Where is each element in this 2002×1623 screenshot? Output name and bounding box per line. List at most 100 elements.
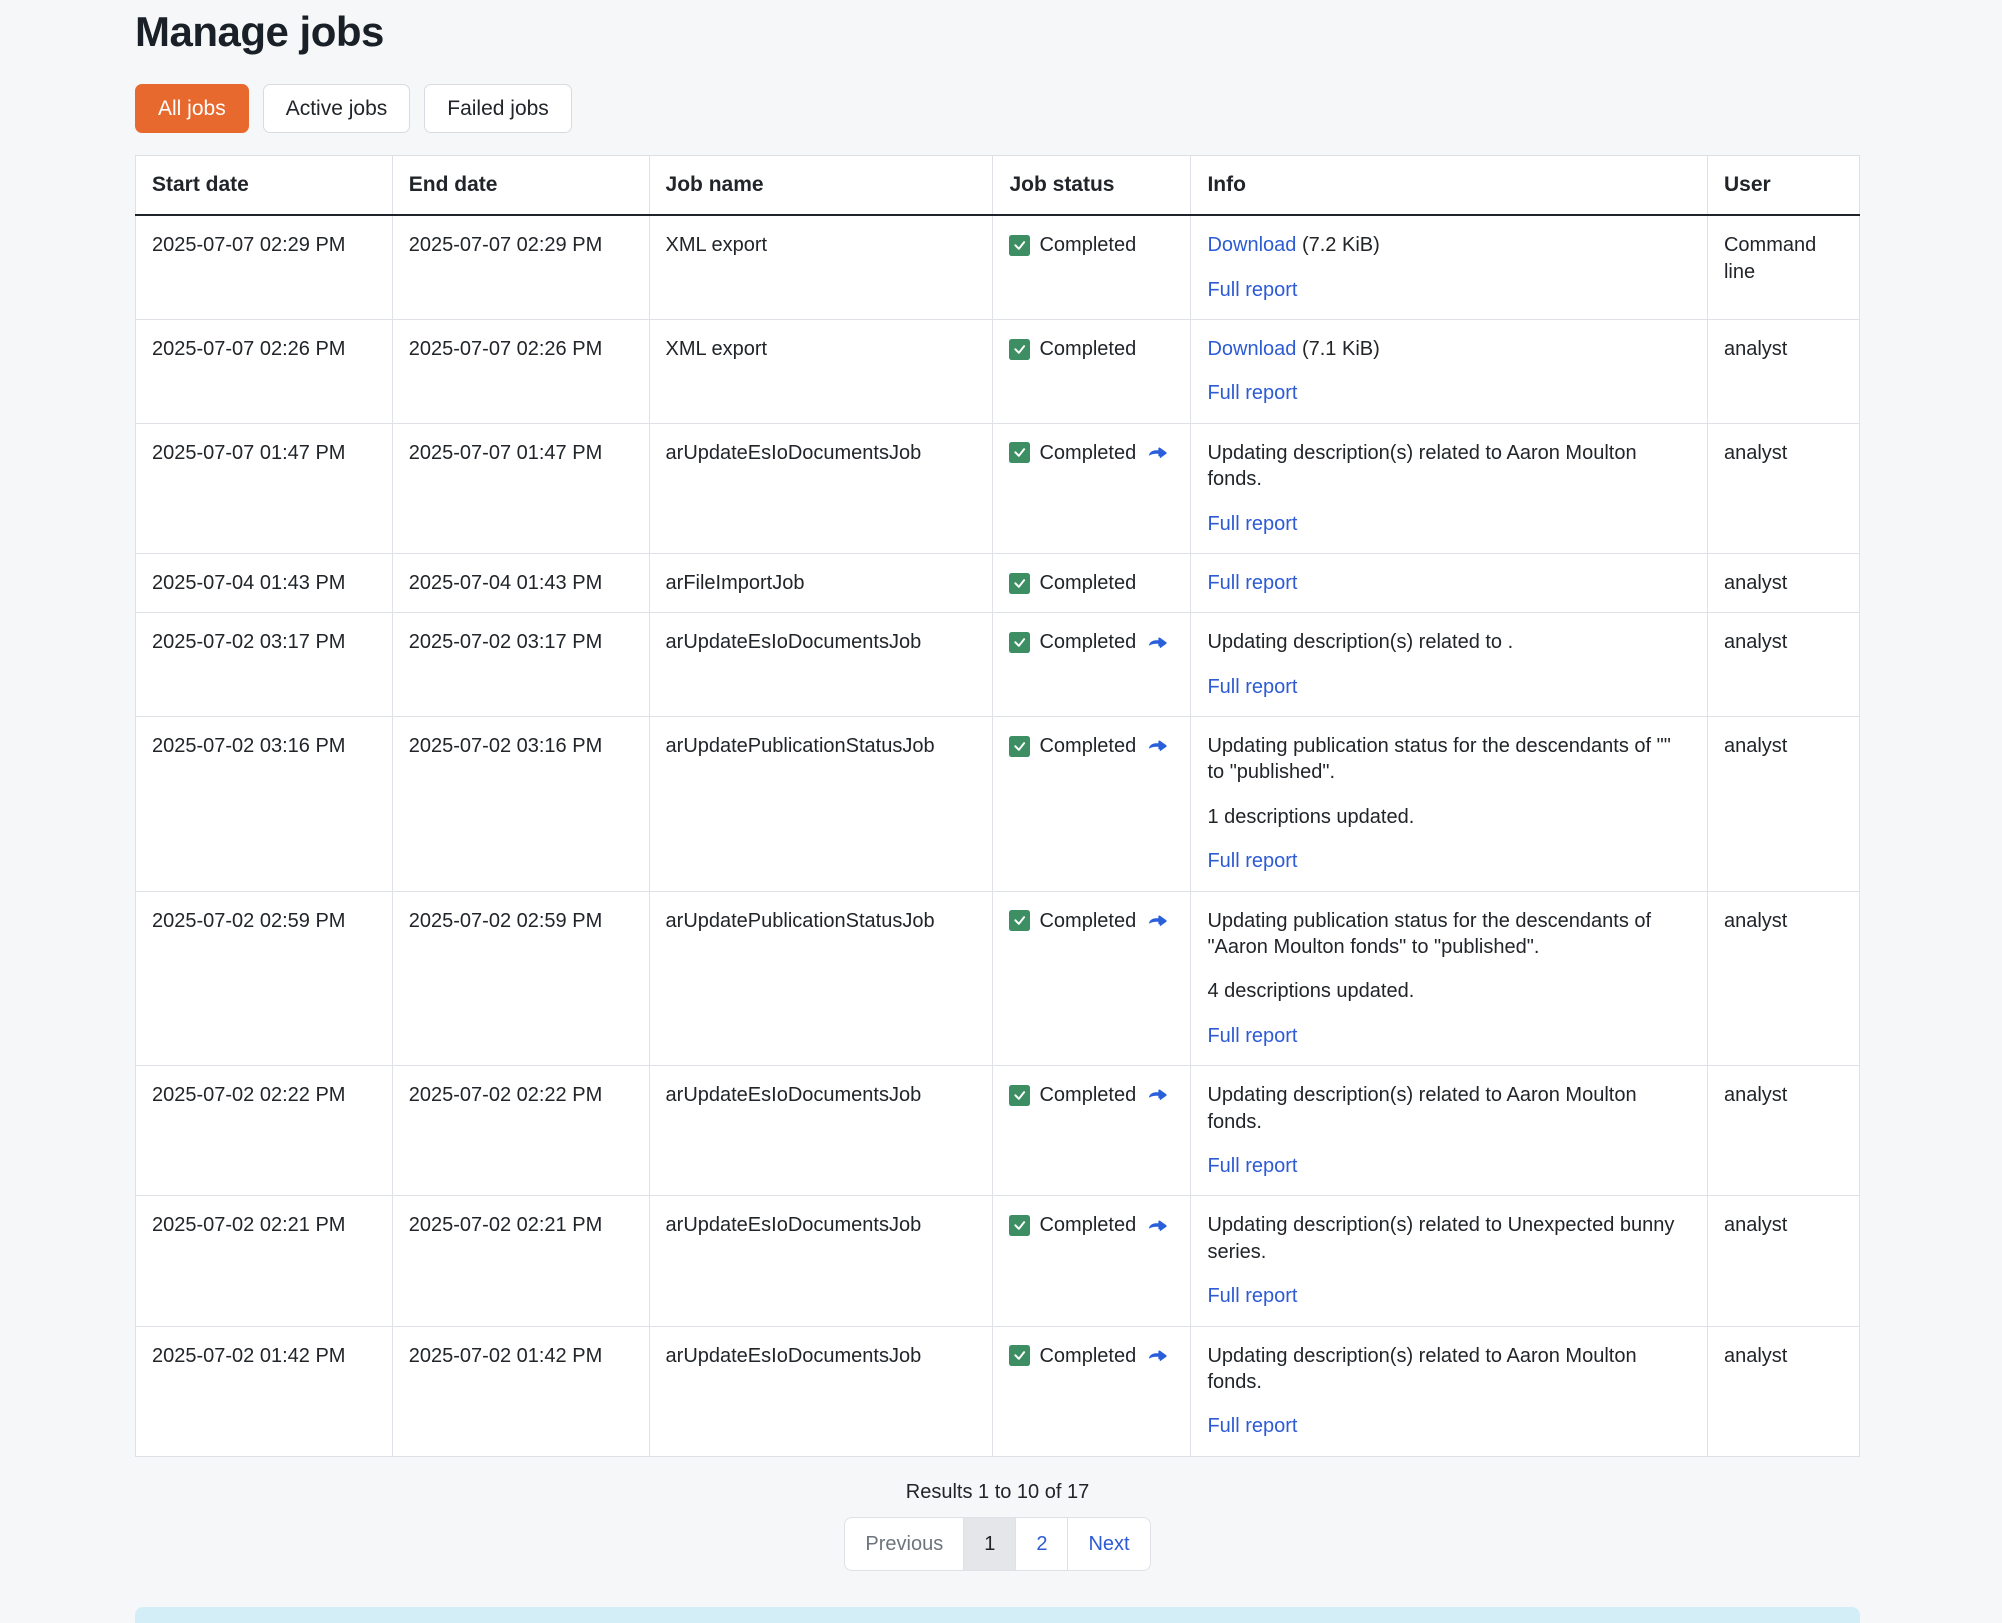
full-report-line: Full report bbox=[1207, 380, 1691, 406]
job-status-cell: Completed bbox=[993, 423, 1191, 553]
status-badge: Completed bbox=[1009, 570, 1174, 596]
status-label: Completed bbox=[1039, 232, 1136, 258]
next-page-button[interactable]: Next bbox=[1068, 1518, 1149, 1570]
redirect-arrow-icon bbox=[1145, 1084, 1169, 1106]
job-row: 2025-07-02 03:17 PM2025-07-02 03:17 PMar… bbox=[136, 613, 1860, 717]
completed-check-icon bbox=[1009, 573, 1030, 594]
info-cell: Updating description(s) related to . Full… bbox=[1191, 613, 1708, 717]
user-cell: analyst bbox=[1707, 613, 1859, 717]
full-report-link[interactable]: Full report bbox=[1207, 1285, 1297, 1307]
status-label: Completed bbox=[1039, 1343, 1136, 1369]
info-cell: Download (7.1 KiB) Full report bbox=[1191, 319, 1708, 423]
info-cell: Updating description(s) related to Aaron… bbox=[1191, 1066, 1708, 1196]
info-cell: Download (7.2 KiB) Full report bbox=[1191, 215, 1708, 319]
job-name-cell: XML export bbox=[649, 215, 993, 319]
job-status-cell: Completed bbox=[993, 613, 1191, 717]
user-cell: analyst bbox=[1707, 553, 1859, 612]
end-date-cell: 2025-07-02 02:22 PM bbox=[392, 1066, 649, 1196]
user-cell: analyst bbox=[1707, 891, 1859, 1066]
full-report-link[interactable]: Full report bbox=[1207, 279, 1297, 301]
column-header-end-date: End date bbox=[392, 156, 649, 216]
end-date-cell: 2025-07-04 01:43 PM bbox=[392, 553, 649, 612]
start-date-cell: 2025-07-07 01:47 PM bbox=[136, 423, 393, 553]
completed-check-icon bbox=[1009, 1085, 1030, 1106]
status-label: Completed bbox=[1039, 1212, 1136, 1238]
user-cell: analyst bbox=[1707, 1196, 1859, 1326]
job-filter-group: All jobs Active jobs Failed jobs bbox=[135, 84, 1860, 133]
previous-page-button[interactable]: Previous bbox=[845, 1518, 963, 1570]
user-cell: analyst bbox=[1707, 423, 1859, 553]
status-badge: Completed bbox=[1009, 1082, 1174, 1108]
status-label: Completed bbox=[1039, 908, 1136, 934]
completed-check-icon bbox=[1009, 736, 1030, 757]
full-report-line: Full report bbox=[1207, 1413, 1691, 1439]
full-report-link[interactable]: Full report bbox=[1207, 1155, 1297, 1177]
job-status-cell: Completed bbox=[993, 1196, 1191, 1326]
start-date-cell: 2025-07-02 02:59 PM bbox=[136, 891, 393, 1066]
status-badge: Completed bbox=[1009, 336, 1174, 362]
job-name-cell: arUpdatePublicationStatusJob bbox=[649, 717, 993, 892]
status-label: Completed bbox=[1039, 570, 1136, 596]
job-name-cell: arUpdatePublicationStatusJob bbox=[649, 891, 993, 1066]
start-date-cell: 2025-07-02 03:16 PM bbox=[136, 717, 393, 892]
redirect-arrow-icon bbox=[1145, 632, 1169, 654]
status-badge: Completed bbox=[1009, 440, 1174, 466]
download-line: Download (7.2 KiB) bbox=[1207, 232, 1691, 258]
full-report-line: Full report bbox=[1207, 848, 1691, 874]
status-label: Completed bbox=[1039, 1082, 1136, 1108]
full-report-link[interactable]: Full report bbox=[1207, 676, 1297, 698]
pagination-controls: Previous 1 2 Next bbox=[844, 1517, 1150, 1571]
user-cell: analyst bbox=[1707, 1326, 1859, 1456]
info-text: Updating publication status for the desc… bbox=[1207, 908, 1691, 961]
filter-failed-jobs-button[interactable]: Failed jobs bbox=[424, 84, 572, 133]
info-text: Updating publication status for the desc… bbox=[1207, 733, 1691, 786]
job-name-cell: arUpdateEsIoDocumentsJob bbox=[649, 1196, 993, 1326]
full-report-line: Full report bbox=[1207, 511, 1691, 537]
page-title: Manage jobs bbox=[135, 8, 1860, 56]
job-status-cell: Completed bbox=[993, 1326, 1191, 1456]
info-text: Updating description(s) related to Aaron… bbox=[1207, 1082, 1691, 1135]
full-report-link[interactable]: Full report bbox=[1207, 382, 1297, 404]
page-2-button[interactable]: 2 bbox=[1016, 1518, 1067, 1570]
full-report-link[interactable]: Full report bbox=[1207, 1415, 1297, 1437]
job-name-cell: arUpdateEsIoDocumentsJob bbox=[649, 1066, 993, 1196]
info-text: Updating description(s) related to . bbox=[1207, 629, 1691, 655]
column-header-start-date: Start date bbox=[136, 156, 393, 216]
full-report-link[interactable]: Full report bbox=[1207, 1025, 1297, 1047]
info-text: Updating description(s) related to Unexp… bbox=[1207, 1212, 1691, 1265]
page-1-button[interactable]: 1 bbox=[964, 1518, 1015, 1570]
full-report-line: Full report bbox=[1207, 674, 1691, 700]
download-line: Download (7.1 KiB) bbox=[1207, 336, 1691, 362]
info-cell: Full report bbox=[1191, 553, 1708, 612]
job-row: 2025-07-07 02:26 PM2025-07-07 02:26 PMXM… bbox=[136, 319, 1860, 423]
job-name-cell: arFileImportJob bbox=[649, 553, 993, 612]
download-link[interactable]: Download bbox=[1207, 234, 1296, 256]
full-report-line: Full report bbox=[1207, 570, 1691, 596]
job-row: 2025-07-07 02:29 PM2025-07-07 02:29 PMXM… bbox=[136, 215, 1860, 319]
jobs-table-body: 2025-07-07 02:29 PM2025-07-07 02:29 PMXM… bbox=[136, 215, 1860, 1456]
filter-all-jobs-button[interactable]: All jobs bbox=[135, 84, 249, 133]
filter-active-jobs-button[interactable]: Active jobs bbox=[263, 84, 411, 133]
column-header-job-status: Job status bbox=[993, 156, 1191, 216]
full-report-link[interactable]: Full report bbox=[1207, 513, 1297, 535]
end-date-cell: 2025-07-02 02:59 PM bbox=[392, 891, 649, 1066]
redirect-arrow-icon bbox=[1145, 1345, 1169, 1367]
user-cell: analyst bbox=[1707, 1066, 1859, 1196]
end-date-cell: 2025-07-02 03:16 PM bbox=[392, 717, 649, 892]
full-report-link[interactable]: Full report bbox=[1207, 572, 1297, 594]
download-link[interactable]: Download bbox=[1207, 338, 1296, 360]
end-date-cell: 2025-07-07 02:26 PM bbox=[392, 319, 649, 423]
job-status-cell: Completed bbox=[993, 553, 1191, 612]
status-badge: Completed bbox=[1009, 733, 1174, 759]
job-row: 2025-07-02 02:22 PM2025-07-02 02:22 PMar… bbox=[136, 1066, 1860, 1196]
job-row: 2025-07-02 03:16 PM2025-07-02 03:16 PMar… bbox=[136, 717, 1860, 892]
redirect-arrow-icon bbox=[1145, 442, 1169, 464]
completed-check-icon bbox=[1009, 442, 1030, 463]
job-status-cell: Completed bbox=[993, 319, 1191, 423]
clear-jobs-alert: You may only clear jobs belonging to you… bbox=[135, 1607, 1860, 1623]
status-badge: Completed bbox=[1009, 232, 1174, 258]
info-cell: Updating publication status for the desc… bbox=[1191, 717, 1708, 892]
redirect-arrow-icon bbox=[1145, 910, 1169, 932]
full-report-link[interactable]: Full report bbox=[1207, 850, 1297, 872]
column-header-info: Info bbox=[1191, 156, 1708, 216]
